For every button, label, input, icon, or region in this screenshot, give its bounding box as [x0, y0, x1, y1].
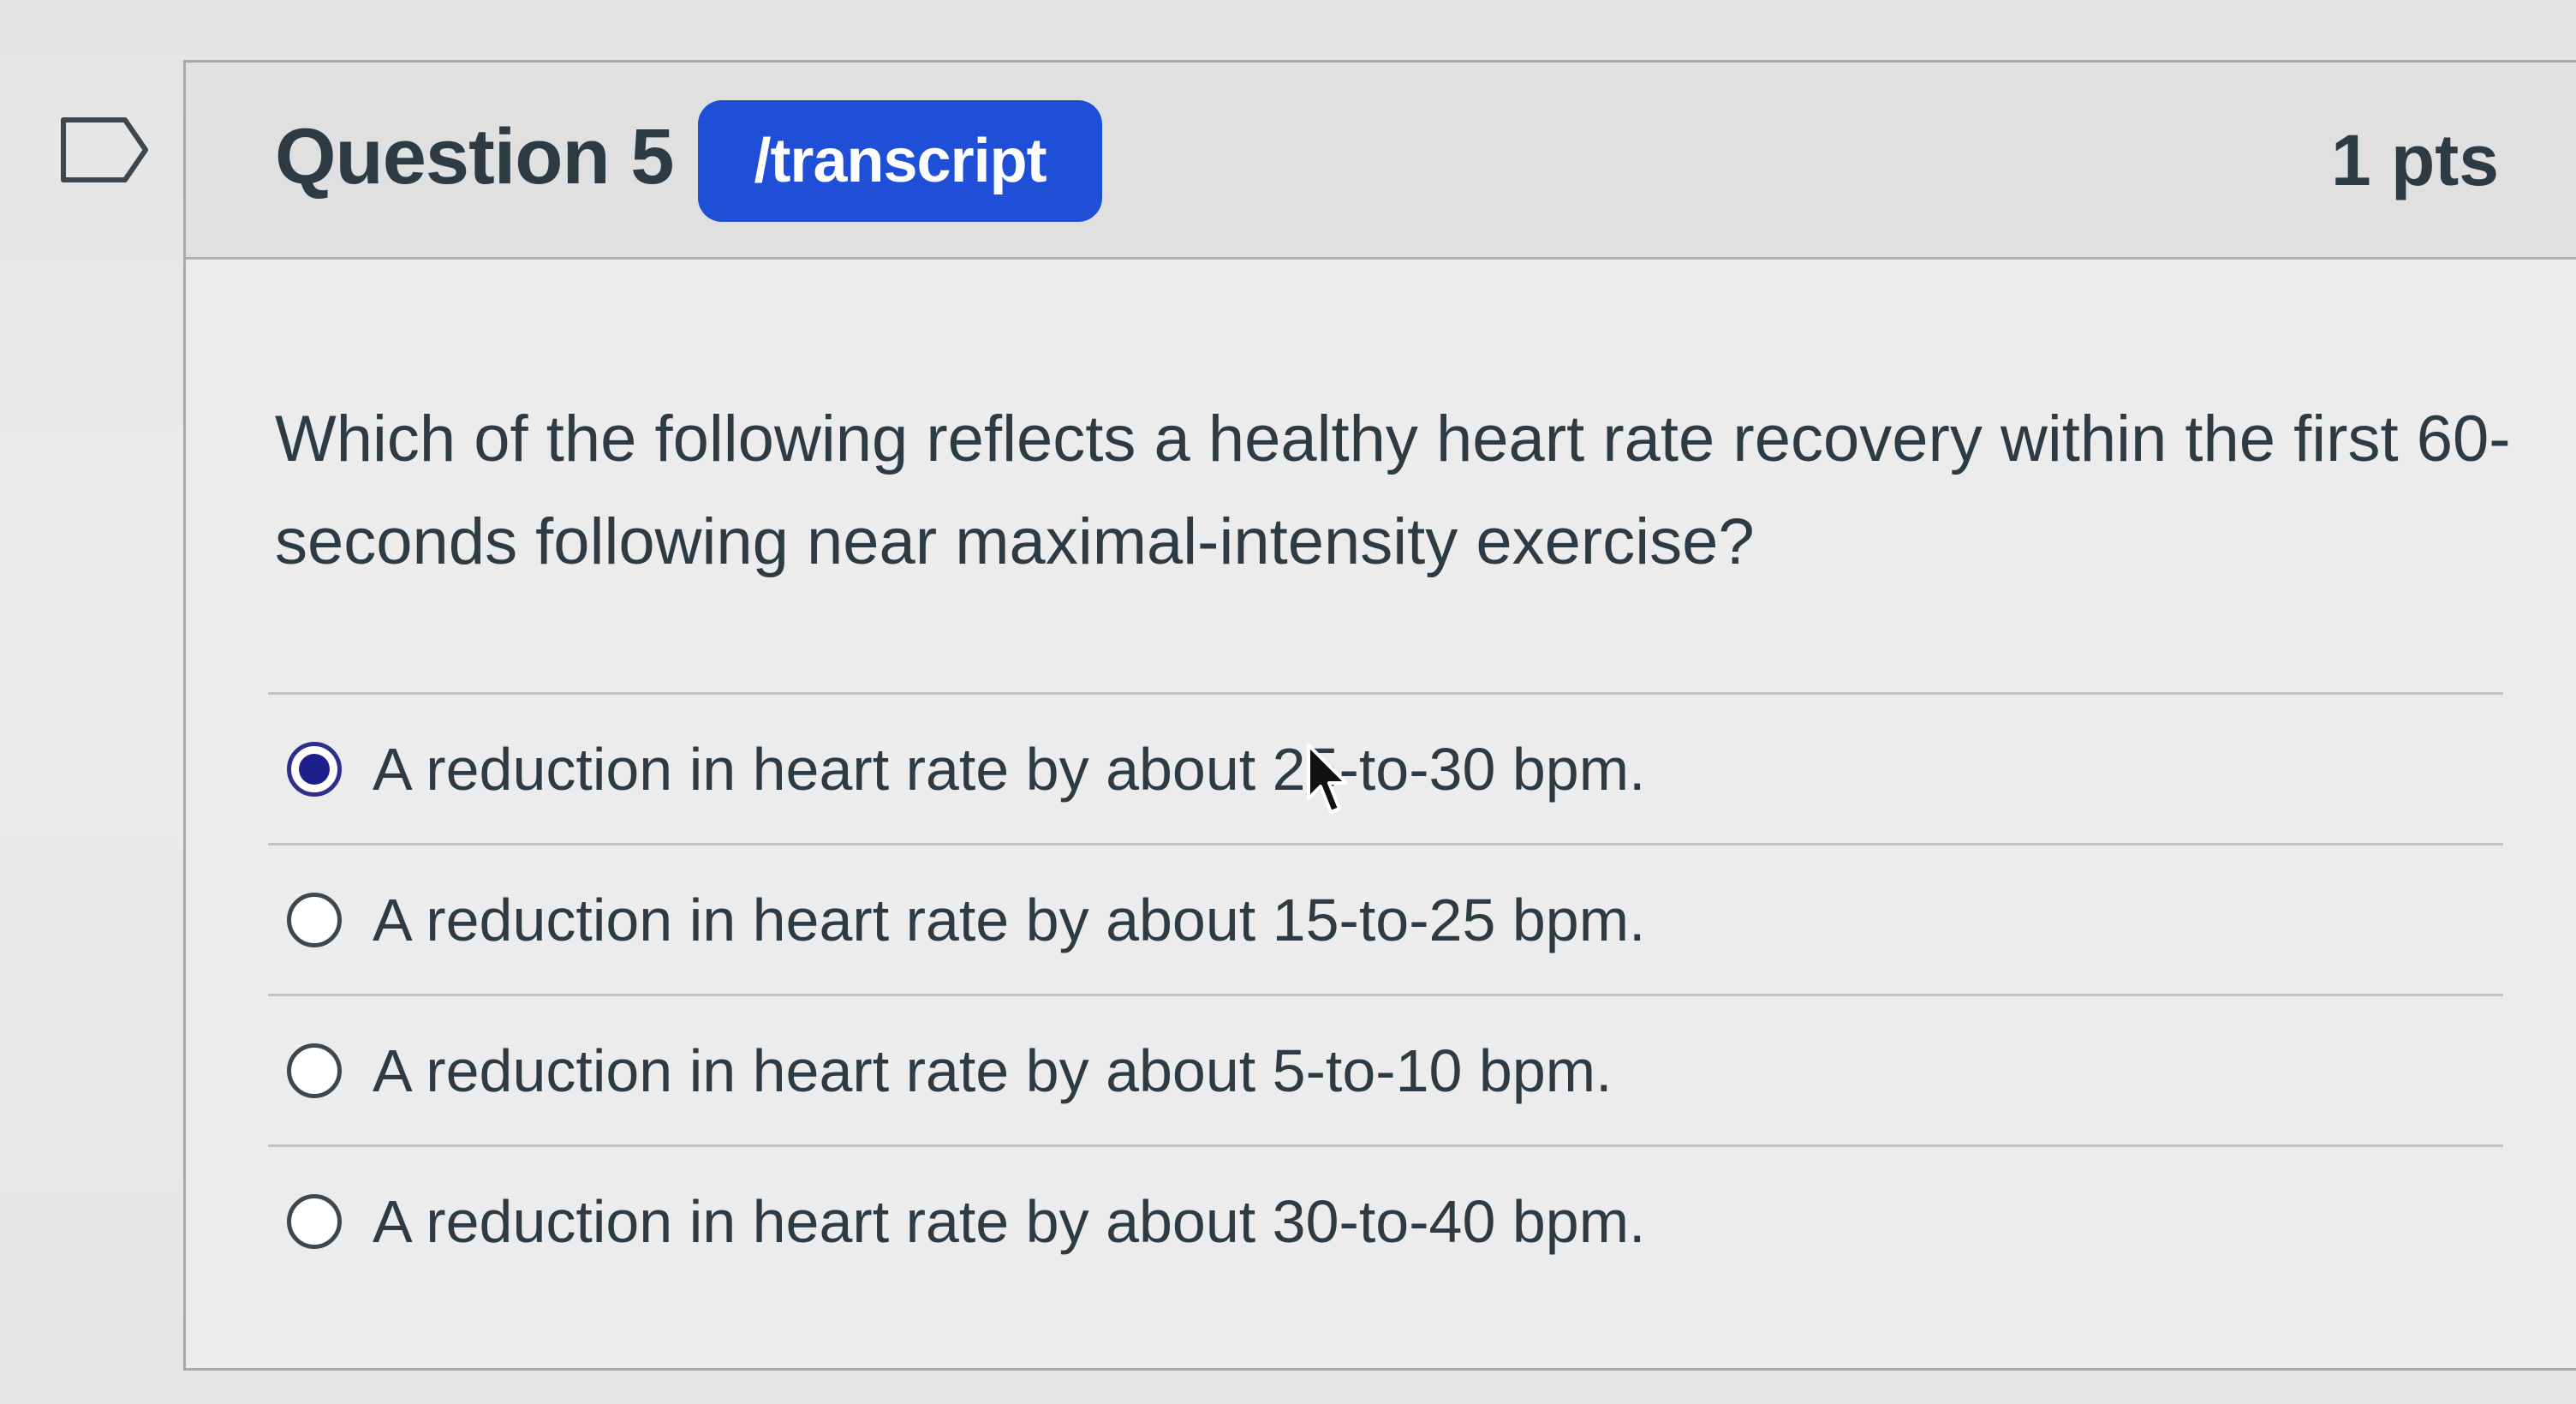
answer-list: A reduction in heart rate by about 25-to… [268, 692, 2503, 1295]
question-header: Question 5 /transcript 1 pts [186, 63, 2576, 260]
answer-option-2[interactable]: A reduction in heart rate by about 15-to… [268, 843, 2503, 994]
question-points: 1 pts [2330, 120, 2499, 200]
answer-label[interactable]: A reduction in heart rate by about 25-to… [373, 735, 1645, 804]
answer-option-1[interactable]: A reduction in heart rate by about 25-to… [268, 692, 2503, 843]
transcript-badge[interactable]: /transcript [698, 100, 1102, 222]
radio-button[interactable] [287, 1193, 342, 1249]
radio-button[interactable] [287, 892, 342, 947]
radio-button-selected[interactable] [287, 741, 342, 797]
answer-option-3[interactable]: A reduction in heart rate by about 5-to-… [268, 994, 2503, 1144]
answer-label[interactable]: A reduction in heart rate by about 5-to-… [373, 1037, 1613, 1105]
answer-option-4[interactable]: A reduction in heart rate by about 30-to… [268, 1144, 2503, 1295]
mouse-pointer-icon [1307, 744, 1348, 814]
flag-question-icon[interactable] [60, 117, 149, 183]
question-card: Question 5 /transcript 1 pts Which of th… [183, 60, 2576, 1371]
answer-label[interactable]: A reduction in heart rate by about 15-to… [373, 886, 1645, 954]
question-title: Question 5 [275, 113, 674, 200]
question-text: Which of the following reflects a health… [275, 403, 2511, 578]
quiz-page: Question 5 /transcript 1 pts Which of th… [0, 0, 2576, 1404]
radio-button[interactable] [287, 1043, 342, 1098]
answer-label[interactable]: A reduction in heart rate by about 30-to… [373, 1187, 1645, 1256]
